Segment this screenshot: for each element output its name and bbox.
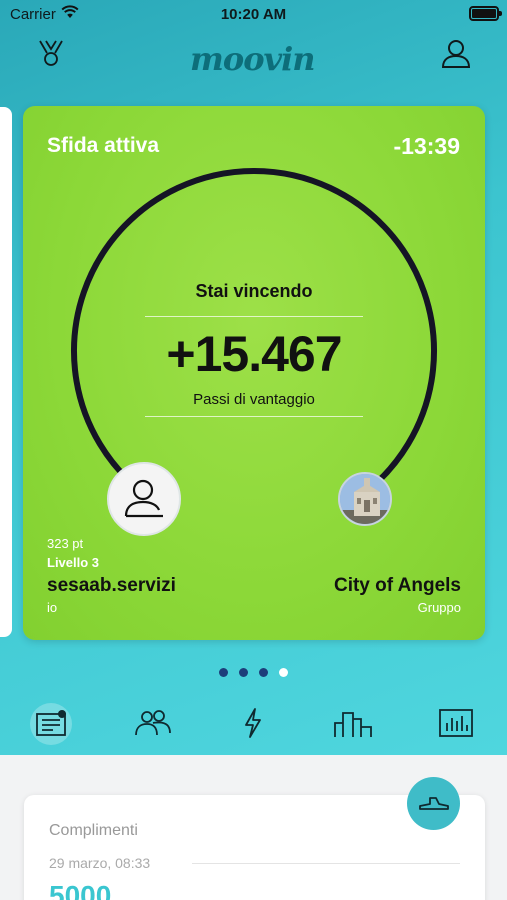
top-area: Carrier 10:20 AM moovin Sfida attiva -13…	[0, 0, 507, 755]
user-icon[interactable]	[440, 38, 472, 75]
user-icon	[124, 479, 163, 518]
medal-icon[interactable]	[36, 38, 66, 73]
news-icon	[36, 710, 66, 736]
tab-stats[interactable]	[434, 700, 478, 746]
lightning-icon	[245, 708, 261, 738]
tab-challenges[interactable]	[231, 700, 275, 746]
page-dot[interactable]	[259, 668, 268, 677]
advantage-label: Passi di vantaggio	[193, 391, 315, 408]
my-username: sesaab.servizi	[47, 575, 176, 596]
group-avatar[interactable]	[338, 472, 392, 526]
score-block: Stai vincendo +15.467 Passi di vantaggio	[144, 281, 364, 417]
my-role-label: io	[47, 600, 58, 615]
my-level: Livello 3	[47, 555, 100, 570]
tab-city[interactable]	[332, 700, 376, 746]
advantage-value: +15.467	[166, 326, 342, 382]
divider	[192, 863, 460, 864]
feed-badge	[407, 777, 460, 830]
clock: 10:20 AM	[220, 6, 287, 23]
feed-value: 5000	[49, 880, 112, 900]
page-indicator[interactable]	[219, 668, 288, 677]
tab-bar	[0, 700, 507, 750]
page-dot[interactable]	[239, 668, 248, 677]
divider	[145, 316, 363, 317]
tab-groups[interactable]	[131, 700, 175, 746]
battery-icon	[469, 6, 502, 21]
page-dot[interactable]	[219, 668, 228, 677]
my-avatar[interactable]	[107, 462, 181, 536]
moovin-logo: moovin	[190, 40, 320, 80]
tab-news[interactable]	[29, 700, 73, 746]
feed-title: Complimenti	[49, 822, 138, 839]
status-bar: Carrier 10:20 AM	[0, 0, 507, 30]
city-icon	[334, 712, 372, 737]
logo-text: moovin	[190, 40, 316, 78]
opponent-role-label: Gruppo	[417, 600, 461, 615]
my-points: 323 pt	[47, 536, 84, 551]
previous-card[interactable]	[0, 107, 12, 637]
active-challenge-card[interactable]: Sfida attiva -13:39 Stai vincendo +15.46…	[23, 106, 485, 640]
challenge-status: Stai vincendo	[195, 281, 313, 301]
divider	[145, 416, 363, 417]
page-dot-active[interactable]	[279, 668, 288, 677]
stats-icon	[439, 709, 473, 737]
feed-date: 29 marzo, 08:33	[49, 855, 151, 871]
opponent-name: City of Angels	[333, 575, 461, 596]
group-icon	[135, 710, 171, 736]
shoe-icon	[418, 796, 449, 810]
